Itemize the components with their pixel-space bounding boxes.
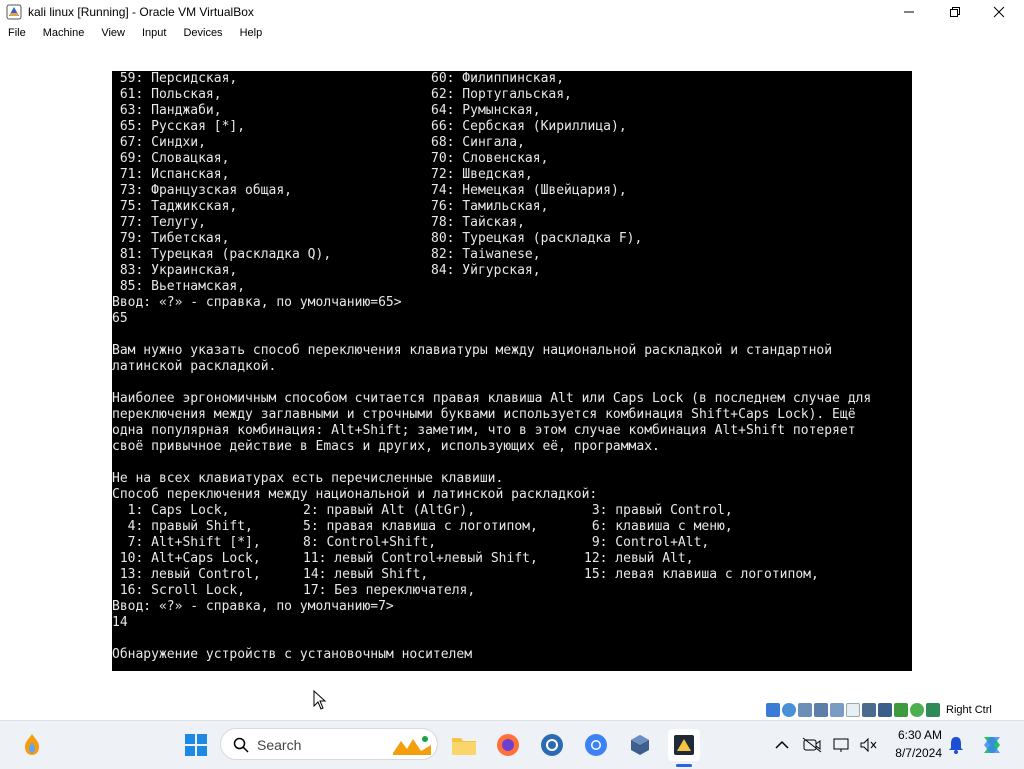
list-item: 1: Caps Lock, 2: правый Alt (AltGr), 3: п… <box>112 503 733 518</box>
network-icon[interactable] <box>814 703 828 717</box>
search-placeholder: Search <box>257 737 302 753</box>
menu-machine[interactable]: Machine <box>35 27 94 39</box>
start-button[interactable] <box>180 729 212 761</box>
list-item: 79: Тибетская, 80: Турецкая (раскладка F)… <box>112 231 643 246</box>
console-text: Не на всех клавиатурах есть перечисленны… <box>112 471 504 486</box>
list-item: 7: Alt+Shift [*], 8: Control+Shift, 9: Co… <box>112 535 710 550</box>
menu-devices[interactable]: Devices <box>175 27 231 39</box>
menu-bar: File Machine View Input Devices Help <box>0 24 1024 42</box>
close-button[interactable] <box>976 0 1022 24</box>
console-text: своё привычное действие в Emacs и других… <box>112 439 660 454</box>
minimize-icon <box>904 11 914 13</box>
list-item: 63: Панджаби, 64: Румынская, <box>112 103 541 118</box>
menu-file[interactable]: File <box>0 27 35 39</box>
menu-input[interactable]: Input <box>134 27 175 39</box>
widgets-icon <box>25 734 39 755</box>
bell-icon <box>949 737 963 754</box>
list-item: 83: Украинская, 84: Уйгурская, <box>112 263 541 278</box>
window-titlebar[interactable]: kali linux [Running] - Oracle VM Virtual… <box>0 0 1024 24</box>
console-input: 65 <box>112 311 128 326</box>
folder-icon <box>452 738 476 755</box>
host-key-label: Right Ctrl <box>946 704 992 716</box>
clock-time[interactable]: 6:30 AM <box>898 728 942 742</box>
kali-vm-icon <box>674 735 694 755</box>
speaker-muted-icon <box>860 737 877 753</box>
show-hidden-icons-button[interactable] <box>766 729 798 761</box>
copilot-icon <box>984 737 1000 753</box>
list-item: 10: Alt+Caps Lock, 11: левый Control+левы… <box>112 551 694 566</box>
audio-icon[interactable] <box>798 703 812 717</box>
virtualbox-manager-button[interactable] <box>624 729 656 761</box>
search-icon <box>233 737 249 753</box>
console-text: латинской раскладкой. <box>112 359 277 374</box>
close-icon <box>993 6 1005 18</box>
console-input: 14 <box>112 615 128 630</box>
taskbar <box>0 720 1024 769</box>
console-text: Вам нужно указать способ переключения кл… <box>112 343 833 358</box>
list-item: 67: Синдхи, 68: Сингала, <box>112 135 525 150</box>
copilot-button[interactable] <box>976 729 1008 761</box>
display-icon[interactable] <box>862 703 876 717</box>
menu-view[interactable]: View <box>93 27 134 39</box>
list-item: 16: Scroll Lock, 17: Без переключателя, <box>112 583 476 598</box>
list-item: 73: Французская общая, 74: Немецкая (Швей… <box>112 183 627 198</box>
console-status: Обнаружение устройств с установочным нос… <box>112 647 473 662</box>
list-item: 61: Польская, 62: Португальская, <box>112 87 572 102</box>
camera-off-icon <box>802 737 822 753</box>
list-item: 71: Испанская, 72: Шведская, <box>112 167 533 182</box>
video-capture-icon[interactable] <box>878 703 892 717</box>
usb-icon[interactable] <box>830 703 844 717</box>
widgets-button[interactable] <box>16 729 48 761</box>
window-title: kali linux [Running] - Oracle VM Virtual… <box>28 5 254 19</box>
menu-help[interactable]: Help <box>232 27 272 39</box>
search-highlight-illustration-icon <box>393 736 431 755</box>
chrome-icon <box>585 734 607 756</box>
optical-drive-icon[interactable] <box>782 703 796 717</box>
minimize-button[interactable] <box>886 0 932 24</box>
list-item: 13: левый Control, 14: левый Shift, 15: ле… <box>112 567 819 582</box>
mouse-integration-icon[interactable] <box>910 703 924 717</box>
volume-tray-button[interactable] <box>852 729 884 761</box>
console-text: одна популярная комбинация: Alt+Shift; з… <box>112 423 856 438</box>
shared-folders-icon[interactable] <box>846 703 860 717</box>
restore-icon <box>950 7 960 17</box>
list-item: 59: Персидская, 60: Филиппинская, <box>112 71 565 86</box>
hard-disk-icon[interactable] <box>766 703 780 717</box>
chevron-up-icon <box>775 740 789 749</box>
virtualbox-app-icon <box>6 4 22 20</box>
mouse-pointer-icon <box>313 690 327 710</box>
list-item: 4: правый Shift, 5: правая клавиша с лого… <box>112 519 733 534</box>
firefox-icon <box>497 734 519 756</box>
browser-icon <box>541 734 563 756</box>
list-item: 65: Русская [*], 66: Сербская (Кириллица)… <box>112 119 627 134</box>
list-item: 75: Таджикская, 76: Тамильская, <box>112 199 549 214</box>
console-text: Наиболее эргономичным способом считается… <box>112 391 872 406</box>
clock-date[interactable]: 8/7/2024 <box>895 746 942 760</box>
vm-status-bar: Right Ctrl <box>766 702 992 718</box>
restore-button[interactable] <box>932 0 978 24</box>
notifications-button[interactable] <box>940 729 972 761</box>
active-app-indicator <box>676 764 692 767</box>
console-prompt: Ввод: «?» - справка, по умолчанию=65> <box>112 295 402 310</box>
file-explorer-button[interactable] <box>448 729 480 761</box>
windows-start-icon <box>185 734 207 756</box>
console-text: Способ переключения между национальной и… <box>112 487 598 502</box>
monitor-network-icon <box>833 738 849 752</box>
console-prompt: Ввод: «?» - справка, по умолчанию=7> <box>112 599 394 614</box>
list-item: 85: Вьетнамская, <box>112 279 246 294</box>
keyboard-icon[interactable] <box>926 703 940 717</box>
list-item: 81: Турецкая (раскладка Q), 82: Taiwanese… <box>112 247 541 262</box>
console-text: переключения между заглавными и строчным… <box>112 407 856 422</box>
chrome-button[interactable] <box>580 729 612 761</box>
firefox-button[interactable] <box>492 729 524 761</box>
taskbar-search-input[interactable]: Search <box>220 728 438 760</box>
guest-console[interactable]: 59: Персидская, 60: Филиппинская, 61: Пол… <box>112 71 912 671</box>
list-item: 69: Словацкая, 70: Словенская, <box>112 151 549 166</box>
virtualbox-cube-icon <box>631 735 649 755</box>
virtualbox-vm-button[interactable] <box>668 729 700 761</box>
list-item: 77: Телугу, 78: Тайская, <box>112 215 525 230</box>
browser-button[interactable] <box>536 729 568 761</box>
cpu-icon[interactable] <box>894 703 908 717</box>
meet-now-button[interactable] <box>796 729 828 761</box>
